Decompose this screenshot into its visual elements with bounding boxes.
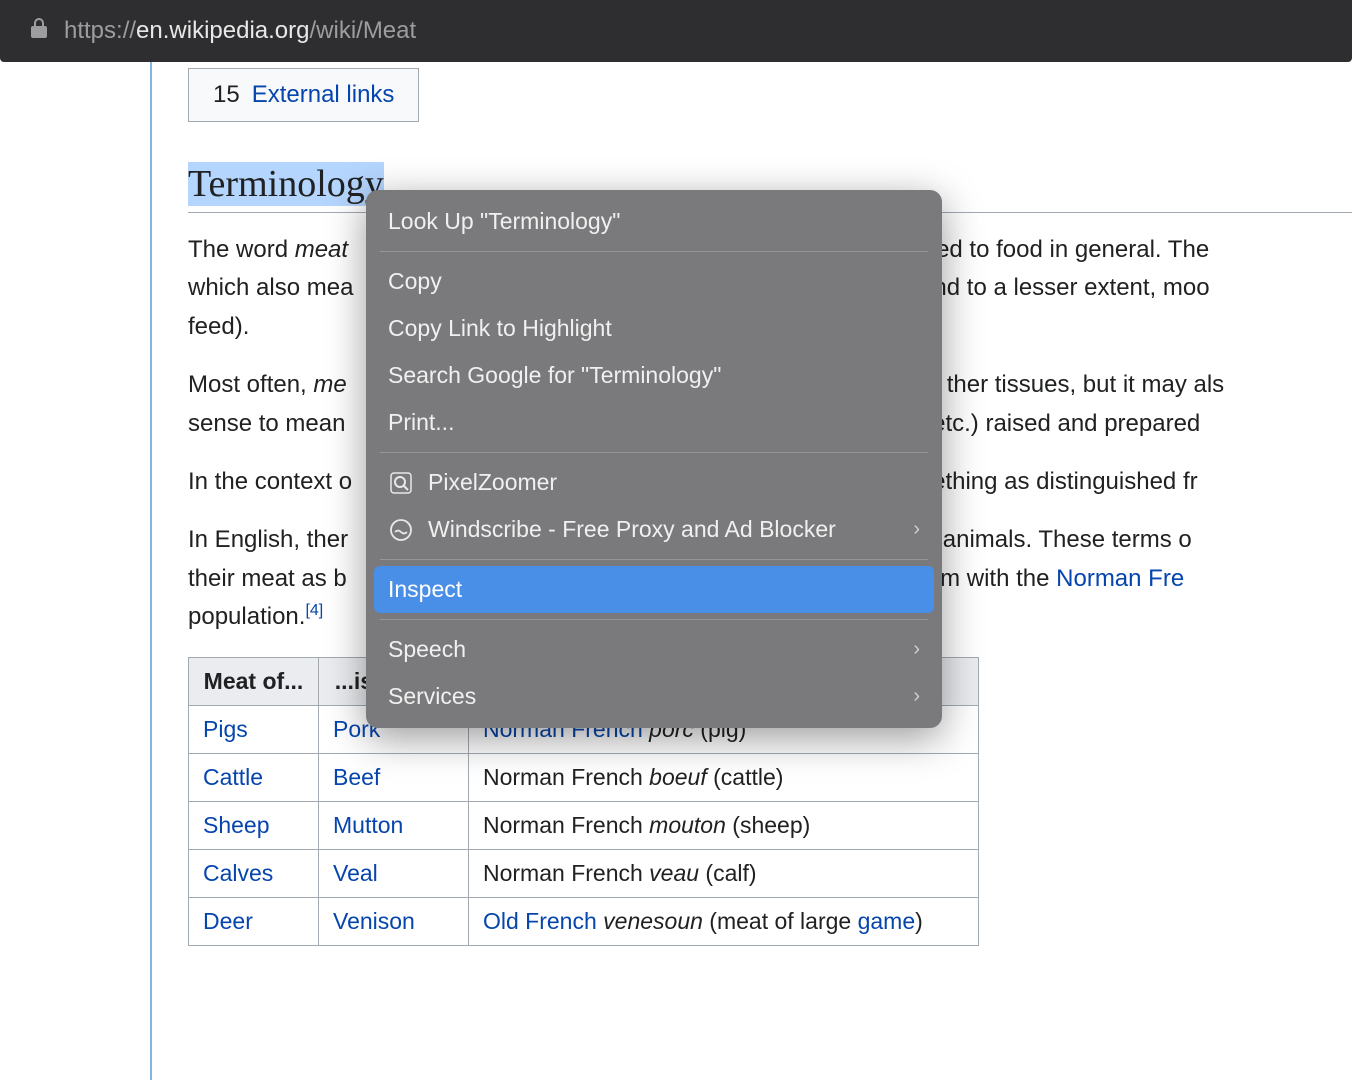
chevron-right-icon: › [913, 638, 920, 661]
link-old-french[interactable]: Old French [483, 908, 597, 934]
menu-separator [380, 251, 928, 252]
link-mutton[interactable]: Mutton [333, 812, 403, 838]
link-sheep[interactable]: Sheep [203, 812, 270, 838]
menu-print[interactable]: Print... [366, 399, 942, 446]
menu-inspect[interactable]: Inspect [374, 566, 934, 613]
context-menu: Look Up "Terminology" Copy Copy Link to … [366, 190, 942, 728]
link-pigs[interactable]: Pigs [203, 716, 248, 742]
table-row: Calves Veal Norman French veau (calf) [189, 849, 979, 897]
menu-copy-link-highlight[interactable]: Copy Link to Highlight [366, 305, 942, 352]
menu-separator [380, 452, 928, 453]
menu-windscribe[interactable]: Windscribe - Free Proxy and Ad Blocker › [366, 506, 942, 553]
link-cattle[interactable]: Cattle [203, 764, 263, 790]
menu-lookup[interactable]: Look Up "Terminology" [366, 198, 942, 245]
toc-box: 15 External links [188, 68, 419, 122]
menu-separator [380, 559, 928, 560]
table-row: Deer Venison Old French venesoun (meat o… [189, 897, 979, 945]
toc-number: 15 [213, 81, 240, 108]
chevron-right-icon: › [913, 685, 920, 708]
link-venison[interactable]: Venison [333, 908, 415, 934]
table-row: Cattle Beef Norman French boeuf (cattle) [189, 753, 979, 801]
th-meat-of: Meat of... [189, 657, 319, 705]
table-row: Sheep Mutton Norman French mouton (sheep… [189, 801, 979, 849]
sidebar-edge [150, 62, 152, 1080]
url-text: https://en.wikipedia.org/wiki/Meat [64, 17, 416, 45]
link-game[interactable]: game [858, 908, 916, 934]
menu-speech[interactable]: Speech › [366, 626, 942, 673]
toc-link: External links [252, 81, 395, 108]
link-deer[interactable]: Deer [203, 908, 253, 934]
menu-search-google[interactable]: Search Google for "Terminology" [366, 352, 942, 399]
pixelzoomer-icon [388, 470, 414, 496]
windscribe-icon [388, 517, 414, 543]
link-veal[interactable]: Veal [333, 860, 378, 886]
chevron-right-icon: › [913, 518, 920, 541]
link-norman-french[interactable]: Norman Fre [1056, 565, 1184, 592]
menu-copy[interactable]: Copy [366, 258, 942, 305]
menu-separator [380, 619, 928, 620]
menu-pixelzoomer[interactable]: PixelZoomer [366, 459, 942, 506]
selected-text[interactable]: Terminology [188, 162, 384, 206]
toc-item-external-links[interactable]: 15 External links [213, 81, 394, 109]
reference-4[interactable]: [4] [305, 602, 323, 619]
link-beef[interactable]: Beef [333, 764, 380, 790]
browser-address-bar[interactable]: https://en.wikipedia.org/wiki/Meat [0, 0, 1352, 62]
menu-services[interactable]: Services › [366, 673, 942, 720]
lock-icon [30, 17, 48, 45]
link-calves[interactable]: Calves [203, 860, 273, 886]
